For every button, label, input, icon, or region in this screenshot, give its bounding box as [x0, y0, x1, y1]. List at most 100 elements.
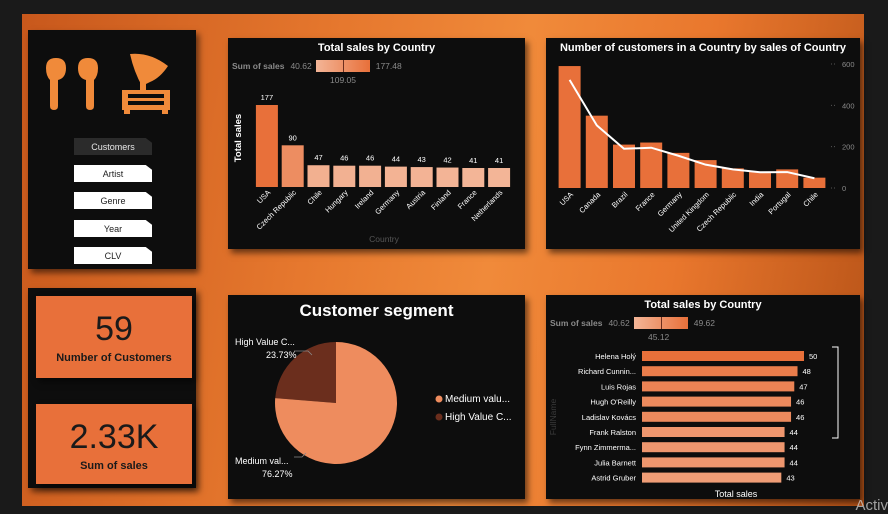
customers-by-country-panel: Number of customers in a Country by sale…: [546, 38, 860, 249]
x-tick-label: Hungary: [323, 188, 350, 215]
x-tick-label: France: [634, 190, 657, 213]
bar: [255, 105, 278, 187]
bar: [488, 168, 511, 187]
x-tick-label: France: [456, 188, 479, 211]
kpi-customers-value: 59: [95, 310, 133, 348]
sales-by-customer-panel: Total sales by Country Sum of sales 40.6…: [546, 295, 860, 499]
bar: [642, 457, 785, 468]
y-axis-label: FullName: [548, 399, 558, 436]
y-tick-label: Richard Cunnin...: [578, 367, 636, 376]
x-tick-label: Finland: [429, 188, 453, 212]
data-label: 41: [495, 156, 503, 165]
data-label: 47: [314, 153, 322, 162]
data-label: 90: [289, 133, 297, 142]
bar: [642, 351, 804, 361]
bar: [410, 167, 433, 187]
y-tick-label: Frank Ralston: [589, 428, 636, 437]
y-tick-label: Ladislav Kovács: [582, 413, 636, 422]
customer-segment-panel: Customer segment High Value C... 23.73% Me…: [228, 295, 525, 499]
x-tick-label: USA: [558, 190, 575, 207]
data-label: 50: [809, 352, 817, 361]
bar: [749, 171, 771, 188]
x-tick-label: Brazil: [610, 190, 630, 210]
gramophone-icon: [122, 53, 170, 114]
data-label: 42: [443, 156, 451, 165]
data-label: 43: [418, 155, 426, 164]
customers-by-country-chart: 0200400600USA Canada Brazil France GermanyUn…: [558, 60, 855, 234]
y-tick-label: 0: [842, 184, 846, 193]
x-tick-label: Canada: [577, 189, 603, 215]
y-tick-label: 600: [842, 60, 855, 69]
nav-year-button[interactable]: Year: [74, 220, 152, 237]
x-tick-label: Portugal: [766, 190, 792, 216]
slice-value-label: 23.73%: [266, 350, 297, 360]
bar: [642, 427, 785, 437]
y-tick-label: 200: [842, 143, 855, 152]
data-label: 177: [261, 93, 274, 102]
legend-marker: [435, 395, 443, 403]
data-label: 47: [799, 382, 807, 391]
x-axis-label: Total sales: [715, 489, 758, 499]
bar: [642, 472, 782, 483]
data-label: 44: [790, 428, 798, 437]
y-tick-label: Luis Rojas: [601, 382, 636, 391]
bar: [558, 66, 581, 188]
x-tick-label: USA: [255, 188, 272, 205]
sales-by-country-panel: Total sales by Country Sum of sales 40.6…: [228, 38, 525, 249]
bar: [642, 381, 795, 392]
bar: [803, 177, 826, 188]
data-label: 46: [796, 413, 804, 422]
bar: [384, 166, 407, 187]
nav-artist-button[interactable]: Artist: [74, 165, 152, 182]
bar: [359, 165, 382, 187]
y-tick-label: Astrid Gruber: [591, 474, 636, 483]
x-tick-label: Germany: [373, 188, 401, 216]
bar: [436, 167, 459, 187]
y-tick-label: Fynn Zimmerma...: [575, 443, 636, 452]
kpi-sales-card: 2.33K Sum of sales: [36, 404, 192, 484]
x-tick-label: Ireland: [353, 188, 376, 211]
y-tick-label: 400: [842, 101, 855, 110]
bar: [307, 165, 330, 187]
y-tick-label: Helena Holý: [595, 352, 636, 361]
slice-value-label: 76.27%: [262, 469, 293, 479]
data-label: 48: [803, 367, 811, 376]
legend-label: Medium valu...: [445, 394, 510, 405]
customer-segment-chart: High Value C... 23.73% Medium val... 76.27%…: [235, 337, 512, 479]
data-label: 43: [786, 474, 794, 483]
data-label: 46: [340, 154, 348, 163]
kpi-sales-label: Sum of sales: [80, 460, 148, 472]
bar: [642, 396, 792, 407]
bar: [721, 168, 744, 188]
slice-label: High Value C...: [235, 337, 295, 347]
x-tick-label: Chile: [801, 190, 819, 208]
y-tick-label: Julia Barnett: [594, 458, 637, 467]
nav-clv-button[interactable]: CLV: [74, 247, 152, 264]
bar: [642, 442, 785, 453]
nav-customers-button[interactable]: Customers: [74, 138, 152, 155]
x-tick-label: Chile: [305, 188, 323, 206]
x-tick-label: Austria: [404, 187, 427, 210]
bar: [642, 366, 798, 377]
data-label: 46: [366, 154, 374, 163]
slice-label: Medium val...: [235, 456, 289, 466]
bar: [281, 145, 304, 187]
data-label: 44: [790, 458, 798, 467]
sales-by-customer-chart: FullName Helena Holý 50 Richard Cunnin... 48…: [548, 346, 839, 499]
kpi-customers-label: Number of Customers: [56, 352, 172, 364]
x-axis-label: Country: [369, 234, 400, 244]
data-label: 41: [469, 156, 477, 165]
data-label: 46: [796, 398, 804, 407]
earbuds-icon: [46, 58, 98, 110]
data-label: 44: [790, 443, 798, 452]
bar: [613, 144, 635, 188]
sales-by-country-chart: Total sales177USA90Czech Republic47Chile…: [233, 93, 511, 244]
y-axis-label: Total sales: [233, 114, 244, 162]
data-label: 44: [392, 155, 400, 164]
bar: [642, 411, 792, 422]
legend-marker: [435, 413, 443, 421]
legend-label: High Value C...: [445, 412, 512, 423]
watermark-text: Activ: [855, 497, 888, 514]
nav-genre-button[interactable]: Genre: [74, 192, 152, 209]
x-tick-label: India: [748, 189, 766, 207]
